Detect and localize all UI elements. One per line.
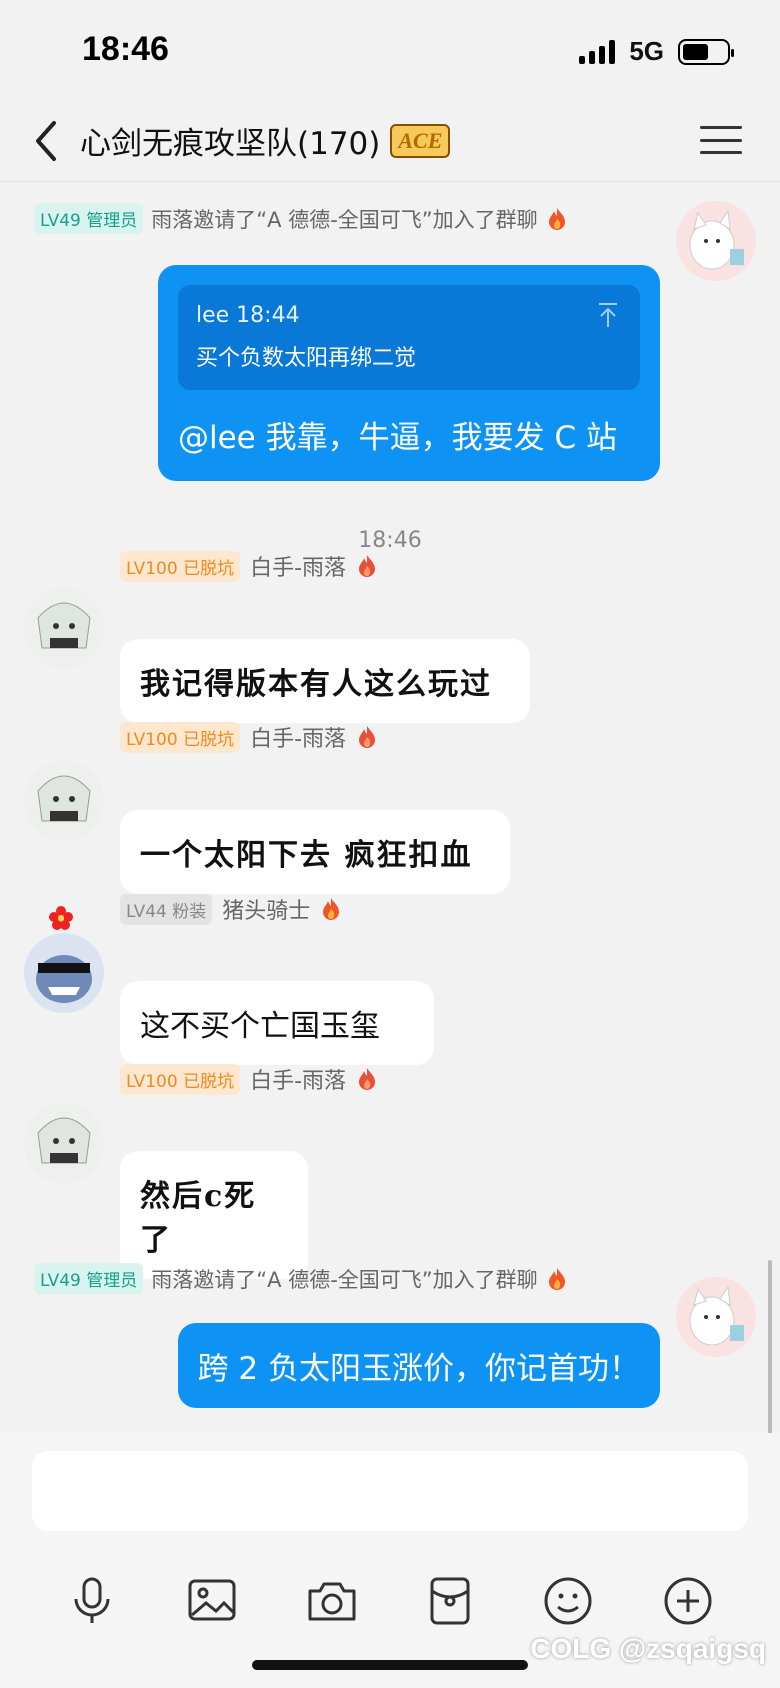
battery-icon xyxy=(678,38,734,65)
quoted-message[interactable]: lee 18:44 买个负数太阳再绑二觉 xyxy=(178,285,640,390)
status-indicators: 5G xyxy=(579,36,734,67)
camera-button[interactable] xyxy=(304,1573,360,1629)
avatar-cat-icon xyxy=(676,201,756,281)
incoming-message-bubble[interactable]: 这不买个亡国玉玺 xyxy=(120,981,434,1065)
emoji-button[interactable] xyxy=(540,1573,596,1629)
status-bar: 18:46 5G xyxy=(0,0,780,100)
microphone-icon xyxy=(74,1577,110,1623)
more-button[interactable] xyxy=(660,1573,716,1629)
flame-icon xyxy=(548,207,565,230)
signal-icon xyxy=(579,39,616,64)
level-badge: LV49 管理员 xyxy=(34,203,144,234)
time-separator: 18:46 xyxy=(358,528,422,553)
level-badge: LV100 已脱坑 xyxy=(120,721,241,753)
menu-icon xyxy=(700,126,742,129)
system-message: LV49 管理员 雨落邀请了“A 德德-全国可飞”加入了群聊 xyxy=(34,1263,568,1294)
ace-badge: ACE xyxy=(390,123,451,158)
system-message: LV49 管理员 雨落邀请了“A 德德-全国可飞”加入了群聊 xyxy=(34,203,568,234)
message-text: 这不买个亡国玉玺 xyxy=(140,1009,380,1044)
red-packet-button[interactable] xyxy=(422,1573,478,1629)
incoming-message-bubble[interactable]: 然后c死了 xyxy=(120,1151,308,1279)
group-name: 心剑无痕攻坚队(170) xyxy=(80,126,381,162)
scrollbar[interactable] xyxy=(768,1260,772,1435)
sender-avatar[interactable] xyxy=(24,933,104,1013)
sender-info: LV100 已脱坑 白手-雨落 xyxy=(120,550,378,582)
home-indicator[interactable] xyxy=(252,1660,528,1670)
level-badge: LV44 粉装 xyxy=(120,893,213,925)
status-time: 18:46 xyxy=(82,30,169,68)
sender-avatar[interactable] xyxy=(24,761,104,841)
sender-name[interactable]: 白手-雨落 xyxy=(250,721,346,753)
smiley-icon xyxy=(544,1577,592,1625)
level-badge: LV100 已脱坑 xyxy=(120,1063,241,1095)
level-badge: LV100 已脱坑 xyxy=(120,550,241,582)
network-type: 5G xyxy=(629,36,664,66)
flame-icon xyxy=(548,1267,565,1290)
flame-icon xyxy=(323,898,340,920)
quote-text: 买个负数太阳再绑二觉 xyxy=(196,346,417,371)
flame-icon xyxy=(359,726,376,748)
outgoing-message-bubble[interactable]: 跨 2 负太阳玉涨价，你记首功！ xyxy=(177,1323,660,1408)
image-button[interactable] xyxy=(184,1573,240,1629)
outgoing-message-bubble[interactable]: lee 18:44 买个负数太阳再绑二觉 @lee 我靠，牛逼，我要发 C 站 xyxy=(158,265,660,481)
system-text: 雨落邀请了“A 德德-全国可飞”加入了群聊 xyxy=(151,207,538,232)
sender-info: LV100 已脱坑 白手-雨落 xyxy=(120,1063,378,1095)
plus-circle-icon xyxy=(664,1577,712,1625)
image-icon xyxy=(188,1579,236,1621)
red-packet-icon xyxy=(430,1577,470,1625)
avatar-cat-icon xyxy=(676,1277,756,1357)
voice-button[interactable] xyxy=(64,1573,120,1629)
jump-to-original-icon[interactable] xyxy=(596,301,620,329)
message-text: 跨 2 负太阳玉涨价，你记首功！ xyxy=(197,1351,640,1387)
flame-icon xyxy=(359,1068,376,1090)
avatar-anime-icon xyxy=(24,761,104,841)
message-text: @lee 我靠，牛逼，我要发 C 站 xyxy=(178,420,617,456)
back-button[interactable] xyxy=(26,114,66,168)
sender-name[interactable]: 白手-雨落 xyxy=(250,550,346,582)
watermark: COLG @zsqaigsq xyxy=(530,1633,766,1664)
sender-info: LV44 粉装 猪头骑士 xyxy=(120,893,342,925)
system-text: 雨落邀请了“A 德德-全国可飞”加入了群聊 xyxy=(151,1267,538,1292)
chat-header: 心剑无痕攻坚队(170) ACE xyxy=(0,100,780,182)
sender-name[interactable]: 猪头骑士 xyxy=(222,893,310,925)
flower-decoration-icon xyxy=(49,906,73,930)
flame-icon xyxy=(359,555,376,577)
level-badge: LV49 管理员 xyxy=(34,1263,144,1294)
incoming-message-bubble[interactable]: 一个太阳下去 疯狂扣血 xyxy=(120,810,510,894)
my-avatar[interactable] xyxy=(676,1277,756,1357)
avatar-anime-icon xyxy=(24,588,104,668)
quote-author: lee 18:44 xyxy=(196,303,300,328)
sender-avatar[interactable] xyxy=(24,1103,104,1183)
message-text: 然后c死了 xyxy=(140,1179,257,1258)
sender-avatar[interactable] xyxy=(24,588,104,668)
chevron-left-icon xyxy=(36,121,56,161)
chat-messages[interactable]: LV49 管理员 雨落邀请了“A 德德-全国可飞”加入了群聊 lee 18:44… xyxy=(0,183,780,1433)
message-text: 一个太阳下去 疯狂扣血 xyxy=(140,838,473,873)
group-title: 心剑无痕攻坚队(170) ACE xyxy=(80,118,451,163)
sender-name[interactable]: 白手-雨落 xyxy=(250,1063,346,1095)
sender-info: LV100 已脱坑 白手-雨落 xyxy=(120,721,378,753)
avatar-shark-icon xyxy=(24,933,104,1013)
camera-icon xyxy=(308,1582,356,1621)
menu-button[interactable] xyxy=(700,120,742,160)
incoming-message-bubble[interactable]: 我记得版本有人这么玩过 xyxy=(120,639,530,723)
my-avatar[interactable] xyxy=(676,201,756,281)
message-text: 我记得版本有人这么玩过 xyxy=(140,667,492,702)
avatar-anime-icon xyxy=(24,1103,104,1183)
message-input[interactable] xyxy=(32,1451,748,1531)
